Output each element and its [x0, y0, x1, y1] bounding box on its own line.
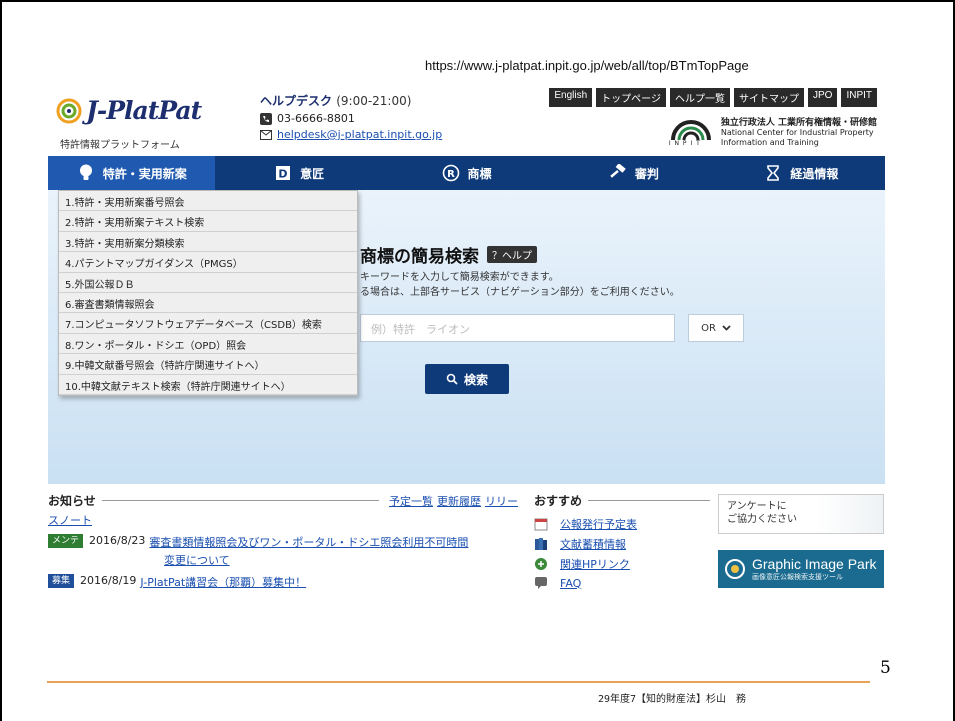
recommend-section: おすすめ 公報発行予定表 文献蓄積情報 関連HPリンク FAQ アンケートに ご… [534, 484, 884, 592]
inpit-text: 独立行政法人 工業所有権情報・研修館 National Center for I… [720, 118, 877, 147]
nav-trademark[interactable]: R 商標 [383, 156, 550, 190]
menu-item-patent-text-search[interactable]: 2.特許・実用新案テキスト検索 [59, 211, 357, 232]
slide-footer: 29年度7【知的財産法】杉山 務 [598, 694, 747, 705]
helpdesk-title: ヘルプデスク (9:00-21:00) [260, 94, 412, 108]
registered-r-icon: R [442, 164, 460, 182]
maintenance-badge: メンテ [48, 534, 84, 548]
search-title: 商標の簡易検索 ？ヘルプ [360, 242, 537, 267]
footer-divider [47, 681, 870, 683]
recommend-item[interactable]: 関連HPリンク [534, 556, 630, 572]
helpdesk-info: ヘルプデスク (9:00-21:00) 03-6666-8801 helpdes… [260, 92, 442, 141]
recommend-item[interactable]: 公報発行予定表 [534, 516, 637, 532]
logo-swirl-icon [56, 98, 82, 124]
top-link-top-page[interactable]: トップページ [596, 88, 666, 107]
logo-subtitle: 特許情報プラットフォーム [60, 140, 180, 151]
calendar-icon [534, 518, 548, 531]
recommend-item[interactable]: FAQ [534, 576, 581, 590]
inpit-mark: I N P I T [665, 118, 717, 148]
slide-page-number: 5 [880, 658, 891, 678]
survey-banner[interactable]: アンケートに ご協力ください [718, 494, 884, 534]
menu-item-exam-docs[interactable]: 6.審査書類情報照会 [59, 292, 357, 314]
helpdesk-hours: (9:00-21:00) [336, 94, 412, 108]
hourglass-icon [764, 164, 782, 182]
news-item: メンテ 2016/8/23 審査書類情報照会及びワン・ポータル・ドシエ照会利用不… [48, 534, 468, 550]
site-logo[interactable]: J-PlatPat 特許情報プラットフォーム [54, 92, 214, 152]
news-link-history[interactable]: 更新履歴 [437, 493, 481, 509]
help-button[interactable]: ？ヘルプ [487, 246, 537, 263]
gavel-icon [609, 164, 627, 182]
helpdesk-email: helpdesk@j-platpat.inpit.go.jp [260, 128, 442, 141]
graphic-image-park-banner[interactable]: Graphic Image Park 画像意匠公報検索支援ツール [718, 550, 884, 588]
news-section: お知らせ 予定一覧 更新履歴 リリー スノート メンテ 2016/8/23 審査… [48, 484, 518, 592]
nav-design[interactable]: D 意匠 [215, 156, 382, 190]
phone-icon [260, 112, 272, 125]
news-date: 2016/8/23 [89, 534, 146, 547]
recruit-badge: 募集 [48, 574, 75, 588]
nav-patent[interactable]: 特許・実用新案 [48, 156, 216, 190]
recommend-header: おすすめ [534, 492, 710, 509]
top-link-sitemap[interactable]: サイトマップ [733, 88, 804, 107]
menu-item-pmgs[interactable]: 4.パテントマップガイダンス（PMGS） [59, 252, 357, 273]
patent-dropdown-menu: 1.特許・実用新案番号照会 2.特許・実用新案テキスト検索 3.特許・実用新案分… [58, 190, 358, 396]
top-link-english[interactable]: English [549, 88, 593, 107]
news-item: 募集 2016/8/19 J-PlatPat講習会（那覇）募集中！ [48, 574, 306, 590]
logo-text: J-PlatPat [86, 96, 202, 125]
search-icon [446, 373, 458, 385]
books-icon [535, 538, 547, 550]
news-link-release[interactable]: リリー [485, 493, 518, 509]
menu-item-foreign-db[interactable]: 5.外国公報ＤＢ [59, 272, 357, 293]
inpit-arch-icon [670, 120, 711, 141]
top-link-jpo[interactable]: JPO [807, 88, 838, 107]
main-nav: 特許・実用新案 D 意匠 R 商標 審判 経過情報 [48, 156, 885, 190]
design-d-icon: D [274, 164, 292, 182]
inpit-mark-text: I N P I T [668, 140, 701, 147]
graphic-image-park-icon [725, 559, 745, 579]
operator-select[interactable]: OR [688, 314, 744, 342]
svg-text:R: R [447, 169, 455, 180]
chevron-down-icon [722, 325, 731, 331]
news-link-release-cont[interactable]: スノート [48, 512, 92, 528]
faq-icon [535, 577, 547, 589]
recommend-item[interactable]: 文献蓄積情報 [534, 536, 626, 552]
divider [588, 500, 710, 501]
news-header: お知らせ 予定一覧 更新履歴 リリー [48, 492, 518, 509]
search-input[interactable]: 例）特許 ライオン [360, 314, 675, 342]
menu-item-classification-search[interactable]: 3.特許・実用新案分類検索 [59, 231, 357, 253]
recommend-title: おすすめ [534, 494, 583, 508]
menu-item-cn-kr-text[interactable]: 10.中韓文献テキスト検索（特許庁関連サイトへ） [59, 374, 357, 395]
news-item-link[interactable]: J-PlatPat講習会（那覇）募集中！ [140, 574, 306, 590]
page-url: https://www.j-platpat.inpit.go.jp/web/al… [425, 58, 749, 73]
search-description: キーワードを入力して簡易検索ができます。 る場合は、上部各サービス（ナビゲーショ… [360, 272, 680, 298]
inpit-logo[interactable]: I N P I T 独立行政法人 工業所有権情報・研修館 National Ce… [665, 118, 877, 148]
divider [101, 500, 379, 501]
search-button[interactable]: 検索 [425, 364, 509, 394]
helpdesk-phone: 03-6666-8801 [260, 112, 442, 125]
news-item-cont: 変更について [164, 552, 230, 568]
menu-item-cn-kr-number[interactable]: 9.中韓文献番号照会（特許庁関連サイトへ） [59, 354, 357, 375]
mail-icon [260, 129, 272, 140]
link-icon [535, 558, 547, 570]
nav-progress-info[interactable]: 経過情報 [718, 156, 885, 190]
top-link-inpit[interactable]: INPIT [841, 88, 877, 107]
news-item-link-cont[interactable]: 変更について [164, 552, 230, 568]
top-link-help-list[interactable]: ヘルプ一覧 [669, 88, 730, 107]
svg-text:D: D [279, 168, 288, 181]
nav-trial[interactable]: 審判 [550, 156, 717, 190]
helpdesk-email-link[interactable]: helpdesk@j-platpat.inpit.go.jp [277, 128, 442, 141]
news-title: お知らせ [48, 494, 96, 508]
menu-item-patent-number[interactable]: 1.特許・実用新案番号照会 [59, 191, 357, 212]
news-link-schedule[interactable]: 予定一覧 [389, 493, 433, 509]
top-links: English トップページ ヘルプ一覧 サイトマップ JPO INPIT [549, 88, 877, 107]
menu-item-csdb[interactable]: 7.コンピュータソフトウェアデータベース（CSDB）検索 [59, 313, 357, 334]
screenshot-panel: J-PlatPat 特許情報プラットフォーム ヘルプデスク (9:00-21:0… [48, 84, 885, 592]
news-item-link[interactable]: 審査書類情報照会及びワン・ポータル・ドシエ照会利用不可時間 [149, 534, 468, 550]
menu-item-opd[interactable]: 8.ワン・ポータル・ドシエ（OPD）照会 [59, 333, 357, 355]
lightbulb-icon [77, 164, 95, 182]
news-date: 2016/8/19 [80, 574, 137, 587]
